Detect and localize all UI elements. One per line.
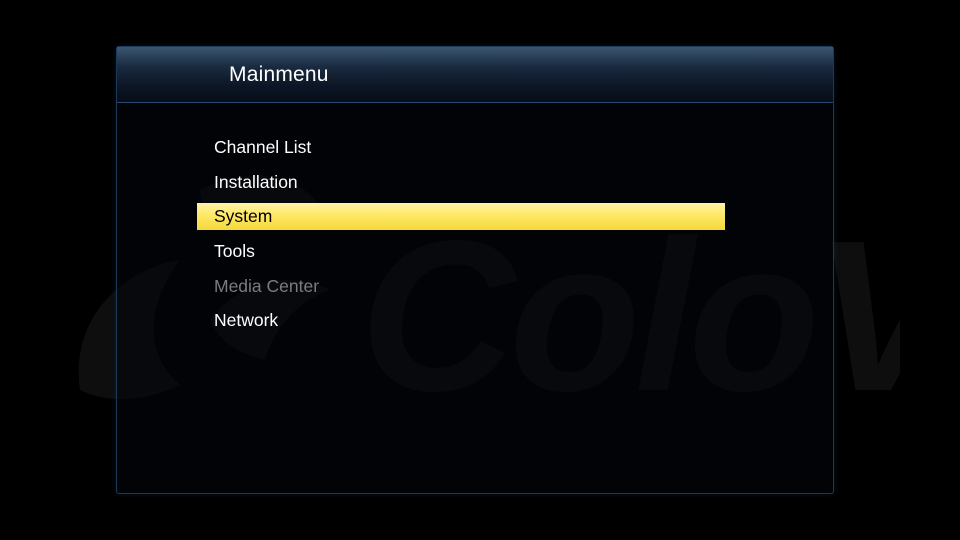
menu-item-label: Installation bbox=[214, 171, 298, 192]
main-menu-list: Channel List Installation System Tools M… bbox=[197, 130, 725, 338]
menu-item-label: Network bbox=[214, 310, 279, 331]
menu-item-label: System bbox=[214, 206, 273, 227]
menu-item-label: Tools bbox=[214, 241, 255, 262]
menu-item-media-center: Media Center bbox=[197, 269, 725, 304]
menu-item-channel-list[interactable]: Channel List bbox=[197, 130, 725, 165]
menu-item-network[interactable]: Network bbox=[197, 303, 725, 338]
page-title: Mainmenu bbox=[229, 63, 329, 86]
menu-item-label: Media Center bbox=[214, 275, 320, 296]
menu-item-installation[interactable]: Installation bbox=[197, 165, 725, 200]
main-menu-panel: Mainmenu Channel List Installation Syste… bbox=[116, 46, 834, 494]
menu-item-label: Channel List bbox=[214, 137, 312, 157]
menu-item-tools[interactable]: Tools bbox=[197, 234, 725, 269]
menu-item-system[interactable]: System bbox=[197, 199, 725, 234]
panel-header: Mainmenu bbox=[117, 47, 833, 103]
